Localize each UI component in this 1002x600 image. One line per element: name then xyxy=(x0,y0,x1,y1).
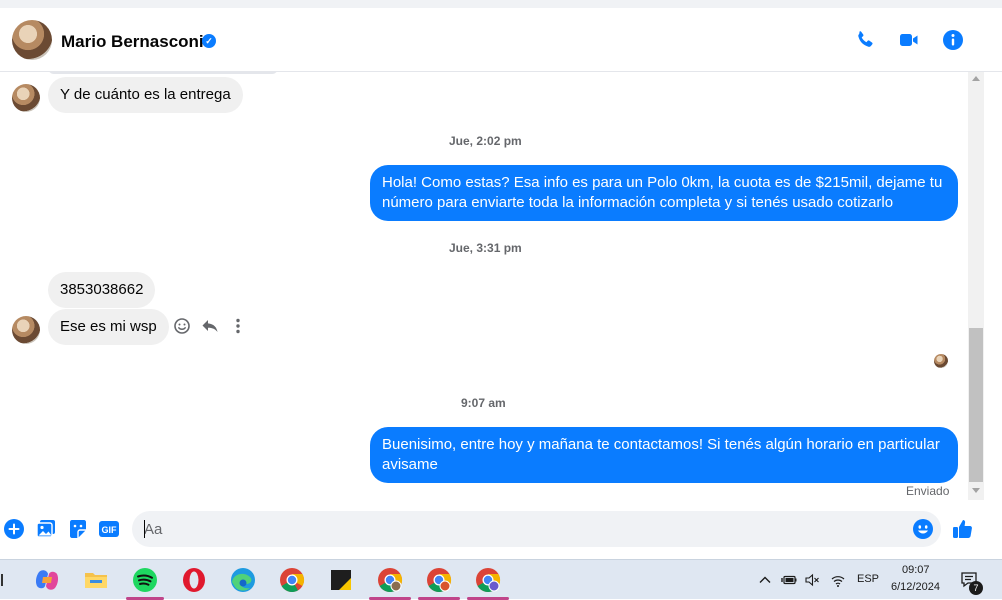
volume-muted-icon[interactable] xyxy=(804,572,820,588)
copilot-icon[interactable] xyxy=(33,566,61,594)
plus-icon[interactable] xyxy=(3,518,25,540)
message-input[interactable] xyxy=(144,511,904,547)
incoming-message[interactable]: Ese es mi wsp xyxy=(48,309,169,345)
windows-taskbar: ESP 09:07 6/12/2024 7 xyxy=(0,559,1002,600)
info-icon[interactable] xyxy=(941,28,965,52)
phone-icon[interactable] xyxy=(853,28,877,52)
chrome-profile-icon[interactable] xyxy=(474,566,502,594)
chrome-icon[interactable] xyxy=(278,566,306,594)
outgoing-message[interactable]: Buenisimo, entre hoy y mañana te contact… xyxy=(370,427,958,483)
sticker-icon[interactable] xyxy=(67,518,89,540)
taskbar-edge-handle xyxy=(1,574,3,586)
thread-scrollbar[interactable] xyxy=(968,72,984,500)
message-composer: GIF xyxy=(0,500,1002,559)
delivery-status: Enviado xyxy=(906,484,950,498)
scrollbar-thumb[interactable] xyxy=(969,328,983,482)
sender-avatar[interactable] xyxy=(12,316,40,344)
gif-icon[interactable]: GIF xyxy=(98,518,120,540)
scroll-up-arrow-icon[interactable] xyxy=(972,76,980,81)
react-emoji-icon[interactable] xyxy=(172,316,192,336)
message-input-container[interactable] xyxy=(132,511,941,547)
chrome-profile-icon[interactable] xyxy=(425,566,453,594)
scroll-down-arrow-icon[interactable] xyxy=(972,488,980,493)
spotify-icon[interactable] xyxy=(131,566,159,594)
emoji-icon[interactable] xyxy=(912,518,934,540)
seen-receipt-avatar xyxy=(934,354,948,368)
image-icon[interactable] xyxy=(35,518,57,540)
verified-badge-icon: ✓ xyxy=(202,34,216,48)
timestamp: Jue, 2:02 pm xyxy=(449,134,522,148)
incoming-message[interactable]: Y de cuánto es la entrega xyxy=(48,77,243,113)
contact-avatar[interactable] xyxy=(12,20,52,60)
timestamp: 9:07 am xyxy=(461,396,506,410)
edge-icon[interactable] xyxy=(229,566,257,594)
messenger-window: Mario Bernasconi ✓ Y de cuánto es la ent… xyxy=(0,0,1002,559)
wifi-icon[interactable] xyxy=(830,572,846,588)
svg-text:GIF: GIF xyxy=(102,525,118,535)
contact-name[interactable]: Mario Bernasconi xyxy=(61,32,204,52)
more-options-icon[interactable] xyxy=(228,316,248,336)
timestamp: Jue, 3:31 pm xyxy=(449,241,522,255)
previous-message-bubble xyxy=(48,72,278,74)
top-strip xyxy=(0,0,1002,8)
video-camera-icon[interactable] xyxy=(897,28,921,52)
reply-icon[interactable] xyxy=(200,316,220,336)
sender-avatar[interactable] xyxy=(12,84,40,112)
file-explorer-icon[interactable] xyxy=(82,566,110,594)
opera-icon[interactable] xyxy=(180,566,208,594)
outgoing-message[interactable]: Hola! Como estas? Esa info es para un Po… xyxy=(370,165,958,221)
clock-date[interactable]: 6/12/2024 xyxy=(891,581,940,593)
like-icon[interactable] xyxy=(951,517,975,541)
text-caret xyxy=(144,520,145,538)
clock-time[interactable]: 09:07 xyxy=(902,564,930,576)
sticky-notes-icon[interactable] xyxy=(327,566,355,594)
input-language[interactable]: ESP xyxy=(857,573,879,585)
battery-icon[interactable] xyxy=(781,572,797,588)
chevron-up-icon[interactable] xyxy=(757,572,773,588)
conversation-header: Mario Bernasconi ✓ xyxy=(0,8,1002,72)
incoming-message[interactable]: 3853038662 xyxy=(48,272,156,308)
message-thread[interactable]: Y de cuánto es la entrega Jue, 2:02 pm H… xyxy=(0,72,968,500)
chrome-profile-icon[interactable] xyxy=(376,566,404,594)
notification-count-badge: 7 xyxy=(969,581,983,595)
